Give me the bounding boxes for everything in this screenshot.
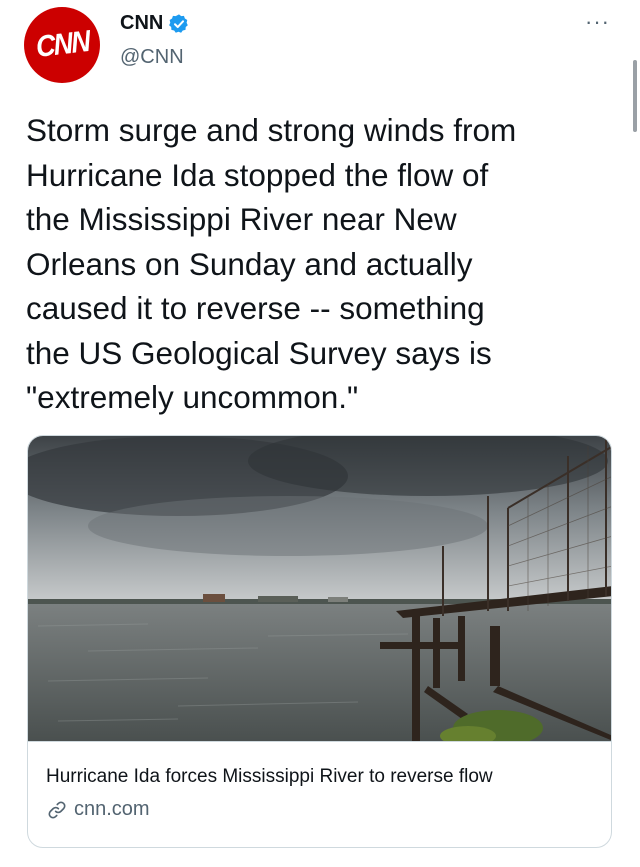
card-title[interactable]: Hurricane Ida forces Mississippi River t…	[46, 766, 493, 788]
account-name[interactable]: CNN	[120, 12, 163, 35]
card-domain: cnn.com	[74, 798, 150, 820]
link-icon	[48, 801, 66, 818]
account-name-row: CNN	[120, 12, 190, 35]
tweet-text: Storm surge and strong winds from Hurric…	[26, 112, 517, 415]
card-domain-row: cnn.com	[46, 798, 150, 821]
card-image	[28, 436, 611, 741]
verified-badge-icon	[169, 13, 189, 33]
scrollbar[interactable]	[633, 60, 637, 132]
card-divider	[28, 741, 611, 742]
link-card[interactable]: Hurricane Ida forces Mississippi River t…	[27, 435, 612, 848]
account-handle[interactable]: @CNN	[120, 46, 184, 69]
avatar-logo-text: CNN	[33, 25, 90, 64]
more-options-icon[interactable]: ···	[585, 11, 610, 33]
avatar[interactable]: CNN	[24, 7, 100, 83]
